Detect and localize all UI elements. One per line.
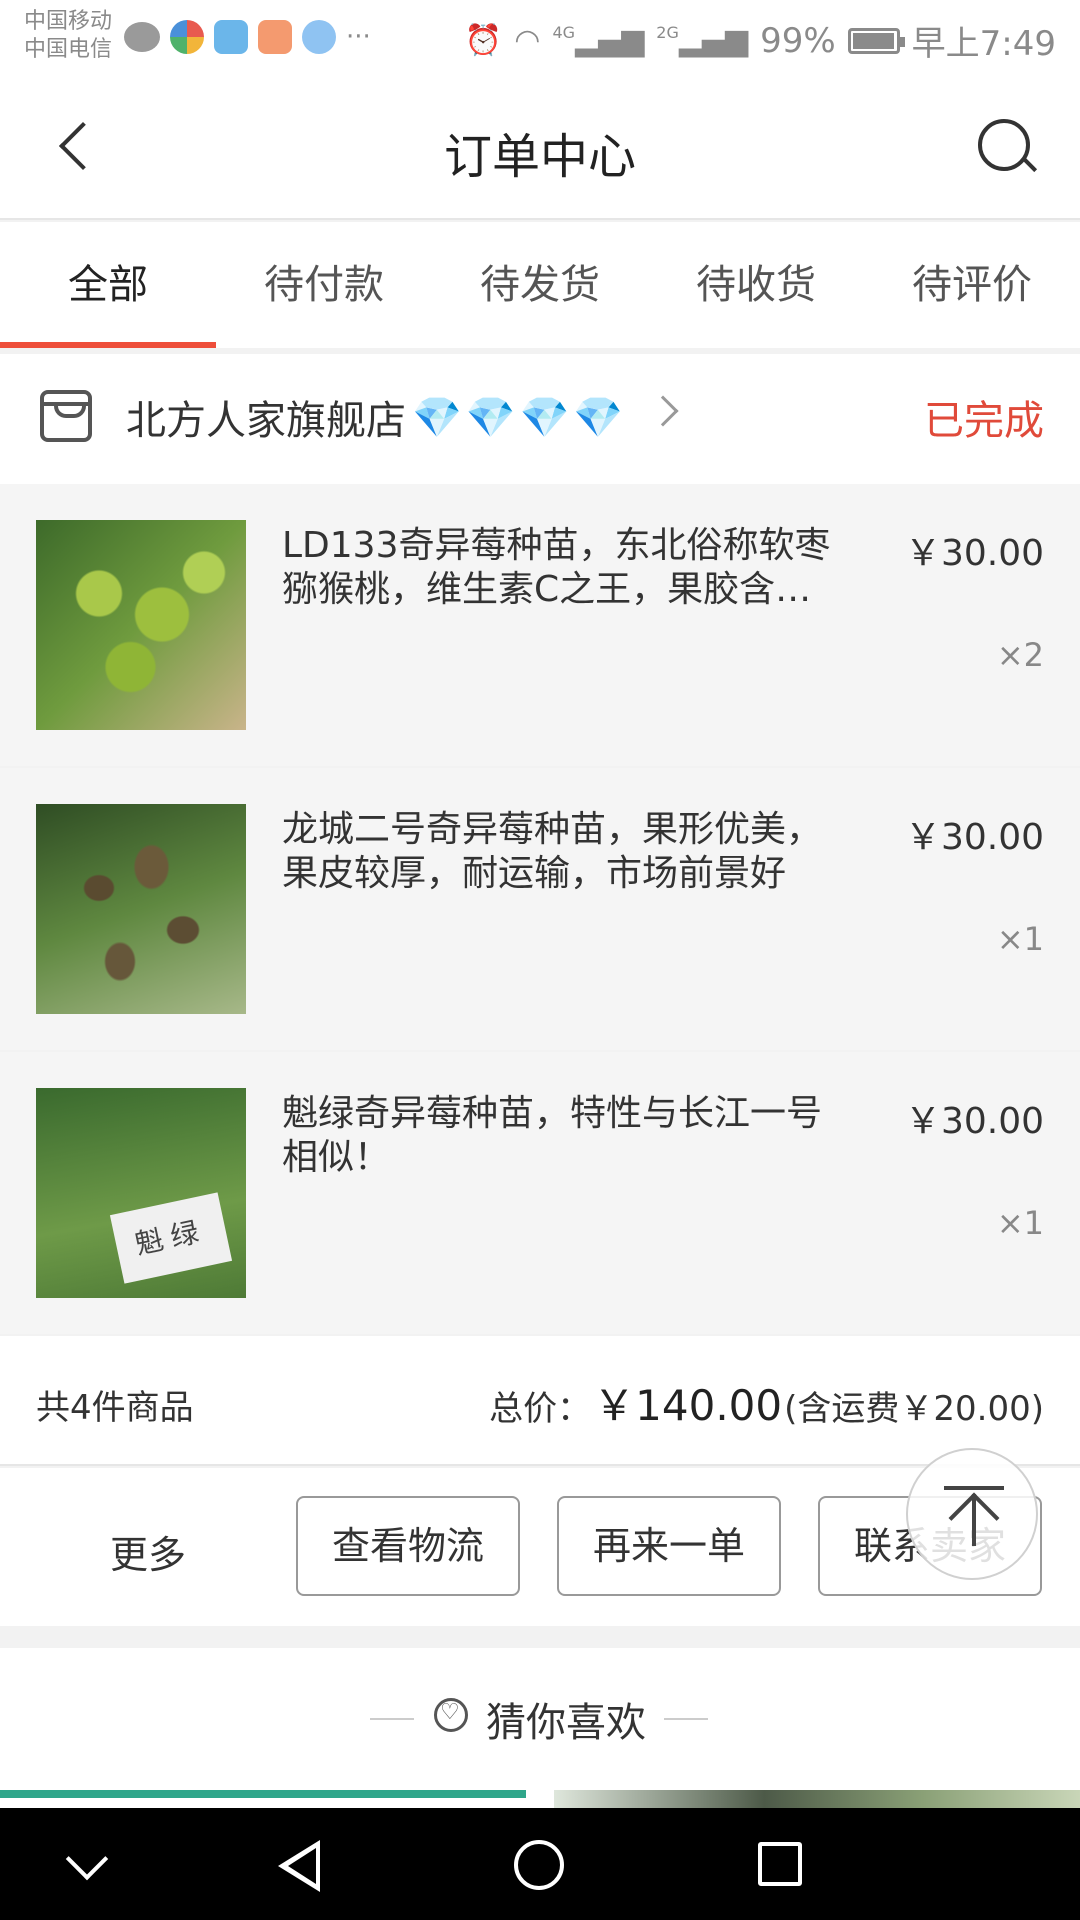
view-logistics-button[interactable]: 查看物流 <box>296 1496 520 1596</box>
carrier-1: 中国移动 <box>24 9 113 34</box>
qq-icon <box>302 20 336 54</box>
recommendations-title: 猜你喜欢 <box>486 1700 646 1746</box>
recommendations-header: 猜你喜欢 <box>0 1648 1080 1808</box>
page-title: 订单中心 <box>443 129 636 185</box>
divider <box>370 1718 414 1720</box>
app-header: 订单中心 <box>0 75 1080 220</box>
system-nav-bar <box>0 1808 1080 1920</box>
message-icon <box>124 22 160 52</box>
tab-pending-payment[interactable]: 待付款 <box>216 222 432 348</box>
battery-percent: 99% <box>760 20 836 61</box>
more-button[interactable]: 更多 <box>110 1524 186 1579</box>
store-name-text: 北方人家旗舰店 <box>126 398 406 444</box>
chevron-right-icon <box>647 395 679 427</box>
nav-recents-icon[interactable] <box>758 1842 802 1886</box>
nav-back-icon[interactable] <box>278 1840 320 1892</box>
divider <box>664 1718 708 1720</box>
tab-pending-shipment[interactable]: 待发货 <box>432 222 648 348</box>
order-total: 总价： ￥140.00 (含运费￥20.00) <box>489 1372 1044 1433</box>
shipping-fee: (含运费￥20.00) <box>784 1389 1044 1429</box>
product-image: 魁绿 <box>36 1088 246 1298</box>
store-row[interactable]: 北方人家旗舰店 💎💎💎💎 已完成 <box>0 354 1080 484</box>
alarm-icon: ⏰ <box>464 23 503 58</box>
system-indicators: ⏰ ◠ 4G▂▄▆ 2G▂▄▆ 99% 早上7:49 <box>465 16 1056 65</box>
hotspot-icon <box>214 20 248 54</box>
product-price: ￥30.00 <box>904 1101 1044 1142</box>
carrier-2: 中国电信 <box>24 37 113 62</box>
product-image-caption: 魁绿 <box>109 1192 233 1284</box>
order-item[interactable]: LD133奇异莓种苗，东北俗称软枣猕猴桃，维生素C之王，果胶含量高 ￥30.00… <box>0 484 1080 766</box>
item-count: 共4件商品 <box>36 1388 194 1428</box>
hide-nav-icon[interactable] <box>65 1837 109 1881</box>
browser-icon <box>170 20 204 54</box>
product-price: ￥30.00 <box>904 533 1044 574</box>
product-price: ￥30.00 <box>904 817 1044 858</box>
status-bar: 中国移动 中国电信 ··· ⏰ ◠ 4G▂▄▆ 2G▂▄▆ 99% 早上7:49 <box>0 0 1080 75</box>
nav-home-icon[interactable] <box>514 1840 564 1890</box>
video-app-icon <box>258 20 292 54</box>
scroll-to-top-icon[interactable] <box>906 1448 1038 1580</box>
order-item[interactable]: 魁绿 魁绿奇异莓种苗，特性与长江一号相似！ ￥30.00 ×1 <box>0 1052 1080 1334</box>
notification-icons: ··· <box>124 20 371 54</box>
reorder-button[interactable]: 再来一单 <box>557 1496 781 1596</box>
store-level-badges: 💎💎💎💎 <box>412 394 628 441</box>
search-icon[interactable] <box>976 117 1038 179</box>
order-tabs: 全部 待付款 待发货 待收货 待评价 <box>0 222 1080 348</box>
order-summary: 共4件商品 总价： ￥140.00 (含运费￥20.00) <box>0 1336 1080 1466</box>
product-quantity: ×2 <box>996 636 1044 674</box>
total-amount: ￥140.00 <box>593 1381 783 1430</box>
clock: 早上7:49 <box>911 24 1056 64</box>
product-title: 魁绿奇异莓种苗，特性与长江一号相似！ <box>282 1093 823 1178</box>
tab-pending-receipt[interactable]: 待收货 <box>648 222 864 348</box>
product-quantity: ×1 <box>996 920 1044 958</box>
product-image <box>36 520 246 730</box>
heart-icon <box>434 1698 468 1732</box>
carrier-info: 中国移动 中国电信 <box>24 8 112 64</box>
product-title: 龙城二号奇异莓种苗，果形优美，果皮较厚，耐运输，市场前景好 <box>282 809 823 894</box>
product-title: LD133奇异莓种苗，东北俗称软枣猕猴桃，维生素C之王，果胶含量高 <box>282 525 831 610</box>
product-image <box>36 804 246 1014</box>
tab-pending-review[interactable]: 待评价 <box>864 222 1080 348</box>
order-status: 已完成 <box>924 398 1044 444</box>
signal-icon-1: 4G▂▄▆ <box>552 23 645 58</box>
battery-icon <box>847 27 905 54</box>
order-center-screen: 中国移动 中国电信 ··· ⏰ ◠ 4G▂▄▆ 2G▂▄▆ 99% 早上7:49… <box>0 0 1080 1920</box>
more-notifications-icon: ··· <box>346 22 371 52</box>
signal-icon-2: 2G▂▄▆ <box>656 23 749 58</box>
total-label: 总价： <box>489 1389 592 1429</box>
tab-all[interactable]: 全部 <box>0 222 216 348</box>
product-quantity: ×1 <box>996 1204 1044 1242</box>
order-item[interactable]: 龙城二号奇异莓种苗，果形优美，果皮较厚，耐运输，市场前景好 ￥30.00 ×1 <box>0 768 1080 1050</box>
store-name: 北方人家旗舰店 💎💎💎💎 <box>126 388 627 446</box>
store-icon <box>40 390 92 442</box>
wifi-icon: ◠ <box>514 23 541 58</box>
